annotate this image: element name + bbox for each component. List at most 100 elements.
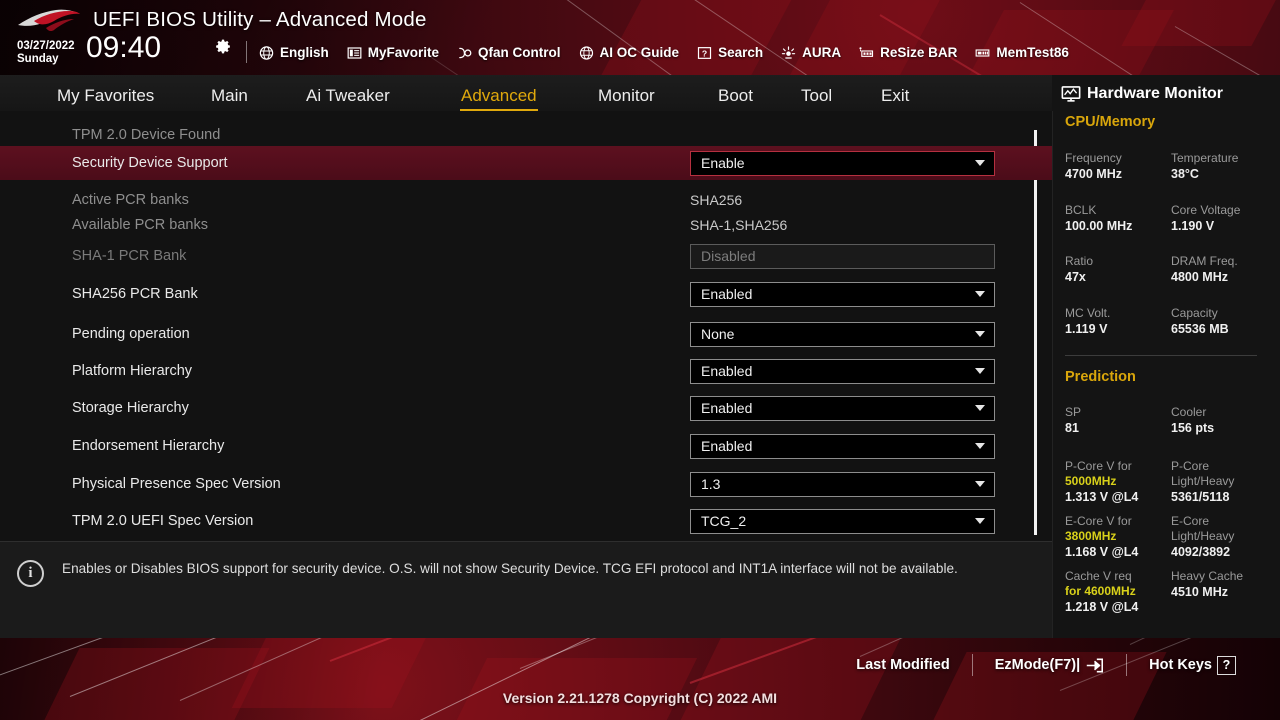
menu-item-english[interactable]: English: [258, 45, 329, 61]
setting-dropdown[interactable]: Enable: [690, 150, 995, 176]
monitor-key: SP: [1065, 405, 1082, 419]
setting-label: TPM 2.0 Device Found: [72, 127, 221, 143]
menu-item-search[interactable]: ? Search: [696, 45, 763, 61]
setting-value: SHA-1,SHA256: [690, 217, 788, 233]
prediction-key-line2: 5000MHz: [1065, 474, 1138, 489]
monitor-value: 156 pts: [1171, 421, 1215, 435]
tab-ai-tweaker[interactable]: Ai Tweaker: [305, 84, 391, 109]
menu-label: AI OC Guide: [599, 45, 680, 60]
ezmode-button[interactable]: EzMode(F7)|: [973, 657, 1126, 674]
tab-main[interactable]: Main: [210, 84, 249, 109]
weekday-value: Sunday: [17, 53, 59, 65]
help-panel: i Enables or Disables BIOS support for s…: [0, 541, 1052, 638]
monitor-value: 100.00 MHz: [1065, 219, 1133, 233]
prediction-result: 4510 MHz: [1171, 585, 1228, 599]
menu-item-ai-oc-guide[interactable]: AI OC Guide: [578, 45, 680, 61]
prediction-stat: Cache V req for 4600MHz 1.218 V @L4: [1065, 569, 1138, 615]
monitor-stat: Core Voltage 1.190 V: [1171, 203, 1240, 234]
prediction-key-line2: for 4600MHz: [1065, 584, 1138, 599]
tab-boot[interactable]: Boot: [717, 84, 754, 109]
prediction-result: 4092/3892: [1171, 545, 1231, 559]
setting-value: Disabled: [701, 248, 756, 264]
prediction-key-line1: E-Core V for: [1065, 514, 1132, 528]
setting-dropdown[interactable]: Enabled: [690, 281, 995, 307]
header-separator: [246, 41, 247, 63]
tab-monitor[interactable]: Monitor: [597, 84, 656, 109]
menu-item-myfavorite[interactable]: MyFavorite: [346, 45, 439, 61]
last-modified-button[interactable]: Last Modified: [834, 657, 971, 673]
prediction-key-line1: P-Core V for: [1065, 459, 1132, 473]
bios-screen: UEFI BIOS Utility – Advanced Mode 03/27/…: [0, 0, 1280, 720]
memtest-icon: [975, 48, 990, 57]
setting-dropdown[interactable]: Enabled: [690, 395, 995, 421]
monitor-key: Core Voltage: [1171, 203, 1241, 217]
setting-label: Physical Presence Spec Version: [72, 476, 281, 492]
monitor-key: MC Volt.: [1065, 306, 1111, 320]
monitor-value: 4700 MHz: [1065, 167, 1122, 181]
setting-row[interactable]: Physical Presence Spec Version 1.3: [0, 467, 1052, 501]
section-heading-prediction: Prediction: [1065, 369, 1136, 385]
monitor-value: 47x: [1065, 270, 1086, 284]
hardware-monitor-panel: Hardware Monitor CPU/Memory Frequency 4700…: [1052, 85, 1280, 638]
setting-label: TPM 2.0 UEFI Spec Version: [72, 513, 254, 529]
menu-item-qfan-control[interactable]: Qfan Control: [456, 45, 561, 61]
tab-tool[interactable]: Tool: [800, 84, 833, 109]
prediction-key-line1: E-Core: [1171, 514, 1210, 528]
main-tab-bar: My Favorites Main Ai Tweaker Advanced Monito…: [0, 75, 1052, 111]
prediction-key-line2: Light/Heavy: [1171, 474, 1235, 488]
setting-row[interactable]: Platform Hierarchy Enabled: [0, 354, 1052, 388]
prediction-key-line1: Heavy Cache: [1171, 569, 1244, 583]
date-value: 03/27/2022: [17, 40, 75, 52]
setting-label: Storage Hierarchy: [72, 400, 189, 416]
menu-item-resize-bar[interactable]: ReSize BAR: [858, 45, 957, 61]
menu-label: Search: [718, 45, 764, 60]
menu-item-memtest86[interactable]: MemTest86: [974, 45, 1069, 61]
prediction-result: 5361/5118: [1171, 490, 1230, 504]
monitor-key: Temperature: [1171, 151, 1239, 165]
setting-label: Platform Hierarchy: [72, 363, 193, 379]
prediction-key-line1: P-Core: [1171, 459, 1210, 473]
monitor-value: 38°C: [1171, 167, 1199, 181]
setting-dropdown[interactable]: Enabled: [690, 358, 995, 384]
help-text: Enables or Disables BIOS support for sec…: [62, 561, 958, 576]
chevron-down-icon: [975, 331, 985, 337]
setting-dropdown[interactable]: Enabled: [690, 433, 995, 459]
tab-my-favorites[interactable]: My Favorites: [56, 84, 155, 109]
page-title: UEFI BIOS Utility – Advanced Mode: [93, 8, 427, 31]
prediction-voltage: 1.218 V @L4: [1065, 600, 1139, 614]
monitor-key: Capacity: [1171, 306, 1218, 320]
setting-value: TCG_2: [701, 513, 747, 529]
menu-item-aura[interactable]: AURA: [780, 45, 841, 61]
monitor-stat: Cooler 156 pts: [1171, 405, 1214, 436]
setting-row[interactable]: Security Device Support Enable: [0, 146, 1052, 180]
monitor-value: 65536 MB: [1171, 322, 1229, 336]
setting-value: Enabled: [701, 286, 753, 302]
setting-row[interactable]: Pending operation None: [0, 317, 1052, 351]
monitor-stat: DRAM Freq. 4800 MHz: [1171, 254, 1238, 285]
setting-row[interactable]: TPM 2.0 UEFI Spec Version TCG_2: [0, 504, 1052, 538]
setting-dropdown[interactable]: TCG_2: [690, 508, 995, 534]
memory-icon: [859, 46, 874, 57]
setting-row[interactable]: Storage Hierarchy Enabled: [0, 391, 1052, 425]
monitor-icon: [1061, 86, 1081, 102]
menu-label: ReSize BAR: [880, 45, 958, 60]
hotkeys-button[interactable]: Hot Keys ?: [1127, 655, 1258, 675]
monitor-stat: Frequency 4700 MHz: [1065, 151, 1122, 182]
svg-text:?: ?: [702, 48, 707, 58]
prediction-voltage: 1.168 V @L4: [1065, 545, 1139, 559]
hardware-monitor-label: Hardware Monitor: [1087, 85, 1224, 102]
chevron-down-icon: [975, 368, 985, 374]
gear-icon[interactable]: [215, 38, 232, 55]
prediction-stat: P-Core V for 5000MHz 1.313 V @L4: [1065, 459, 1138, 505]
monitor-stat: Temperature 38°C: [1171, 151, 1238, 182]
prediction-stat: P-Core Light/Heavy 5361/5118: [1171, 459, 1234, 505]
setting-row[interactable]: Endorsement Hierarchy Enabled: [0, 429, 1052, 463]
fan-icon: [459, 47, 472, 58]
monitor-stat: MC Volt. 1.119 V: [1065, 306, 1110, 337]
setting-dropdown[interactable]: None: [690, 321, 995, 347]
tab-advanced[interactable]: Advanced: [460, 84, 538, 111]
monitor-key: Cooler: [1171, 405, 1207, 419]
setting-row[interactable]: SHA256 PCR Bank Enabled: [0, 277, 1052, 311]
setting-dropdown[interactable]: 1.3: [690, 471, 995, 497]
tab-exit[interactable]: Exit: [880, 84, 910, 109]
